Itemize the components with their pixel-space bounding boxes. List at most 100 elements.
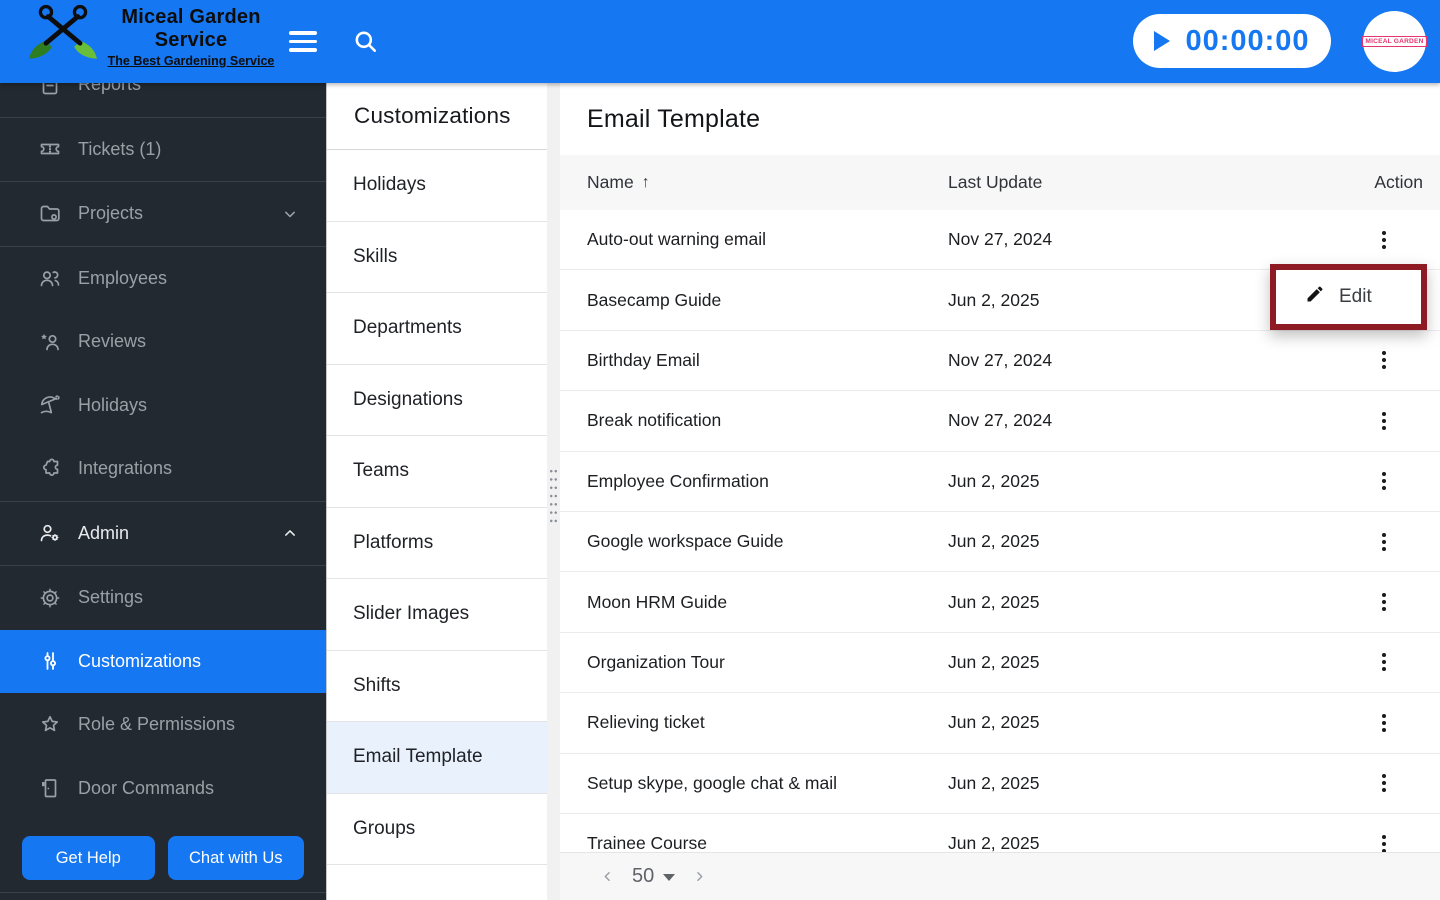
brand-logo[interactable]: Miceal Garden Service The Best Gardening… [26,2,280,79]
table-row: Employee Confirmation Jun 2, 2025 [560,451,1440,512]
panel-item-designations[interactable]: Designations [327,365,560,436]
row-actions-menu-icon[interactable] [1377,227,1391,253]
reports-icon [38,83,62,97]
tickets-icon [38,137,62,161]
template-name: Auto-out warning email [587,229,766,250]
customizations-panel: Customizations Holidays Skills Departmen… [326,83,560,900]
column-header-last-update[interactable]: Last Update [948,172,1320,193]
table-row: Organization Tour Jun 2, 2025 [560,632,1440,694]
sidebar-item-label: Integrations [78,458,173,479]
sidebar-item-integrations[interactable]: Integrations [0,437,326,501]
main-content: Email Template Name ↑ Last Update Action… [560,83,1440,900]
timer-widget[interactable]: 00:00:00 [1133,14,1331,68]
search-icon[interactable] [352,28,379,55]
panel-item-holidays[interactable]: Holidays [327,150,560,222]
garden-shears-logo-icon [26,2,100,79]
sidebar-item-projects[interactable]: Projects [0,182,326,246]
last-update: Jun 2, 2025 [948,712,1040,733]
reviews-icon [38,330,62,354]
row-actions-menu-icon[interactable] [1377,649,1391,675]
app-header: Miceal Garden Service The Best Gardening… [0,0,1440,83]
edit-menu-item[interactable]: Edit [1270,264,1427,330]
panel-resize-handle[interactable] [547,83,560,900]
sidebar-item-admin[interactable]: Admin [0,502,326,566]
timer-value: 00:00:00 [1185,24,1310,57]
customizations-icon [38,649,62,673]
row-actions-menu-icon[interactable] [1377,710,1391,736]
table-footer: 50 [560,852,1440,900]
avatar-label: MICEAL GARDEN [1362,36,1427,47]
panel-item-email-template[interactable]: Email Template [327,722,560,794]
integrations-icon [38,457,62,481]
panel-item-shifts[interactable]: Shifts [327,651,560,722]
user-avatar[interactable]: MICEAL GARDEN [1362,11,1427,72]
panel-title: Customizations [327,83,560,150]
get-help-button[interactable]: Get Help [22,836,155,880]
last-update: Jun 2, 2025 [948,531,1040,552]
row-actions-menu-icon[interactable] [1377,589,1391,615]
row-actions-menu-icon[interactable] [1377,770,1391,796]
template-name: Break notification [587,410,722,431]
sidebar-item-employees[interactable]: Employees [0,247,326,311]
panel-item-platforms[interactable]: Platforms [327,508,560,579]
panel-item-teams[interactable]: Teams [327,436,560,508]
pagination-next-icon[interactable] [692,869,707,884]
template-name: Google workspace Guide [587,531,784,552]
sidebar-item-settings[interactable]: Settings [0,566,326,630]
template-name: Trainee Course [587,833,707,854]
panel-item-skills[interactable]: Skills [327,222,560,293]
template-name: Basecamp Guide [587,289,722,310]
hamburger-menu-icon[interactable] [289,31,317,52]
sidebar-item-tickets[interactable]: Tickets (1) [0,118,326,182]
door-commands-icon [38,776,62,800]
holidays-icon [38,393,62,417]
sidebar-item-customizations[interactable]: Customizations [0,629,326,693]
brand-subtitle: The Best Gardening Service [107,54,275,68]
employees-icon [38,266,62,290]
chat-with-us-button[interactable]: Chat with Us [167,836,304,880]
caret-down-icon [663,874,676,881]
panel-item-slider-images[interactable]: Slider Images [327,579,560,651]
row-actions-menu-icon[interactable] [1377,347,1391,373]
page-size-select[interactable]: 50 [632,865,676,888]
sidebar-item-door-commands[interactable]: Door Commands [0,757,326,821]
sidebar-item-label: Settings [78,587,144,608]
last-update: Nov 27, 2024 [948,410,1053,431]
main-sidebar: Reports Tickets (1) Projects Employees R… [0,83,326,900]
sort-asc-icon[interactable]: ↑ [642,174,650,192]
pagination-prev-icon[interactable] [600,869,615,884]
sidebar-item-reviews[interactable]: Reviews [0,310,326,374]
drag-handle-dots-icon [549,467,558,525]
divider [0,892,326,893]
last-update: Jun 2, 2025 [948,289,1040,310]
panel-item-groups[interactable]: Groups [327,794,560,865]
template-name: Employee Confirmation [587,470,769,491]
sidebar-item-label: Reviews [78,331,147,352]
chevron-down-icon [280,204,300,224]
settings-icon [38,586,62,610]
sidebar-item-label: Reports [78,83,142,95]
table-header: Name ↑ Last Update Action [560,155,1440,210]
template-name: Setup skype, google chat & mail [587,772,838,793]
template-name: Organization Tour [587,651,725,672]
role-permissions-icon [38,713,62,737]
row-actions-menu-icon[interactable] [1377,529,1391,555]
sidebar-item-holidays[interactable]: Holidays [0,374,326,438]
template-name: Moon HRM Guide [587,591,728,612]
last-update: Nov 27, 2024 [948,349,1053,370]
brand-title: Miceal Garden Service [121,6,261,51]
sidebar-item-label: Employees [78,267,168,288]
projects-icon [38,202,62,226]
sidebar-item-label: Role & Permissions [78,714,236,735]
play-icon[interactable] [1154,31,1171,51]
last-update: Jun 2, 2025 [948,470,1040,491]
row-actions-menu-icon[interactable] [1377,408,1391,434]
sidebar-item-role-permissions[interactable]: Role & Permissions [0,693,326,757]
sidebar-item-reports[interactable]: Reports [0,83,326,117]
sidebar-item-label: Admin [78,522,130,543]
table-row: Setup skype, google chat & mail Jun 2, 2… [560,753,1440,814]
row-actions-menu-icon[interactable] [1377,468,1391,494]
table-row: Moon HRM Guide Jun 2, 2025 [560,572,1440,633]
column-header-name[interactable]: Name [587,172,634,193]
panel-item-departments[interactable]: Departments [327,293,560,365]
